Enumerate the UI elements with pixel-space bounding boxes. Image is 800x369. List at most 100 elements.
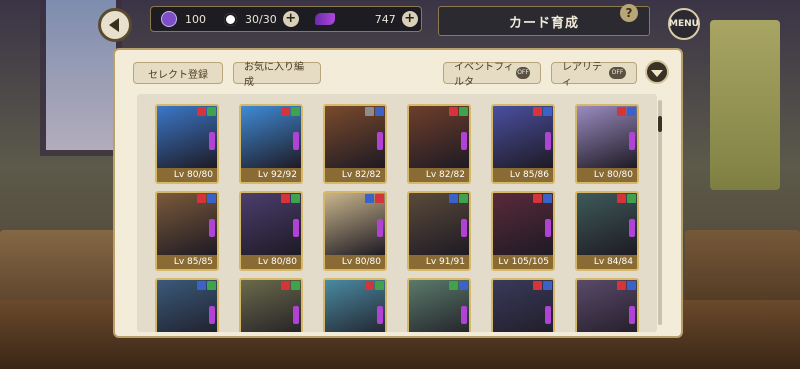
card-item[interactable]: Lv 80/80	[155, 104, 219, 184]
card-badges	[617, 194, 636, 203]
attribute-badge-icon	[197, 194, 206, 203]
card-grid: Lv 80/80 Lv 92/92 Lv 82/82 Lv 82/82 Lv 85/86…	[137, 94, 657, 332]
card-item[interactable]	[407, 278, 471, 332]
stamina-icon	[224, 12, 237, 26]
rarity-gem-icon	[461, 132, 467, 150]
add-stamina-button[interactable]: +	[282, 11, 299, 27]
attribute-badge-icon	[627, 281, 636, 290]
attribute-badge-icon	[543, 281, 552, 290]
card-badges	[197, 194, 216, 203]
help-button[interactable]: ?	[620, 4, 638, 22]
rarity-gem-icon	[377, 219, 383, 237]
favorite-formation-label: お気に入り編成	[244, 62, 304, 88]
scrollbar-thumb[interactable]	[658, 116, 662, 132]
card-badges	[365, 194, 384, 203]
rarity-gem-icon	[629, 306, 635, 324]
card-badges	[617, 281, 636, 290]
card-badges	[449, 194, 468, 203]
card-panel: セレクト登録 お気に入り編成 イベントフィルタ OFF レアリティ OFF Lv…	[113, 48, 683, 338]
card-level: Lv 82/82	[325, 168, 385, 182]
card-item[interactable]: Lv 105/105	[491, 191, 555, 271]
resource-bar: 100 30/30 + 747 +	[150, 6, 422, 32]
rarity-gem-icon	[461, 306, 467, 324]
card-badges	[365, 281, 384, 290]
attribute-badge-icon	[291, 107, 300, 116]
rarity-gem-icon	[545, 132, 551, 150]
attribute-badge-icon	[459, 107, 468, 116]
attribute-badge-icon	[617, 107, 626, 116]
background-window-right	[710, 20, 780, 190]
stamina-resource: 30/30 +	[206, 7, 299, 31]
add-gem-button[interactable]: +	[401, 11, 418, 27]
card-item[interactable]: Lv 80/80	[239, 191, 303, 271]
card-grid-scrollbar[interactable]	[658, 100, 662, 325]
gem-resource: 747 +	[299, 7, 418, 31]
attribute-badge-icon	[375, 281, 384, 290]
card-badges	[533, 107, 552, 116]
card-item[interactable]	[155, 278, 219, 332]
attribute-badge-icon	[207, 281, 216, 290]
card-item[interactable]	[239, 278, 303, 332]
rarity-label: レアリティ	[562, 62, 602, 88]
attribute-badge-icon	[449, 281, 458, 290]
rarity-gem-icon	[629, 132, 635, 150]
rarity-gem-icon	[377, 306, 383, 324]
rarity-gem-icon	[209, 306, 215, 324]
select-register-label: セレクト登録	[148, 69, 208, 81]
card-item[interactable]: Lv 82/82	[407, 104, 471, 184]
attribute-badge-icon	[617, 194, 626, 203]
select-register-button[interactable]: セレクト登録	[133, 62, 223, 84]
card-level: Lv 91/91	[409, 255, 469, 269]
rarity-toggle[interactable]: レアリティ OFF	[551, 62, 637, 88]
attribute-badge-icon	[291, 281, 300, 290]
back-button[interactable]	[98, 8, 132, 42]
coin-resource: 100	[151, 7, 206, 31]
card-item[interactable]: Lv 85/85	[155, 191, 219, 271]
attribute-badge-icon	[449, 107, 458, 116]
card-item[interactable]: Lv 92/92	[239, 104, 303, 184]
rarity-gem-icon	[293, 219, 299, 237]
card-level: Lv 84/84	[577, 255, 637, 269]
card-item[interactable]: Lv 84/84	[575, 191, 639, 271]
rarity-gem-icon	[209, 132, 215, 150]
card-badges	[533, 281, 552, 290]
card-item[interactable]	[575, 278, 639, 332]
card-level: Lv 80/80	[325, 255, 385, 269]
card-item[interactable]: Lv 91/91	[407, 191, 471, 271]
card-badges	[281, 107, 300, 116]
card-item[interactable]	[491, 278, 555, 332]
attribute-badge-icon	[291, 194, 300, 203]
attribute-badge-icon	[627, 194, 636, 203]
card-item[interactable]: Lv 82/82	[323, 104, 387, 184]
card-badges	[197, 107, 216, 116]
card-item[interactable]	[323, 278, 387, 332]
card-item[interactable]: Lv 80/80	[323, 191, 387, 271]
attribute-badge-icon	[365, 107, 374, 116]
card-level: Lv 92/92	[241, 168, 301, 182]
sort-dropdown-button[interactable]	[645, 60, 669, 84]
attribute-badge-icon	[375, 107, 384, 116]
chevron-down-icon	[651, 69, 663, 77]
card-level: Lv 85/85	[157, 255, 217, 269]
rarity-gem-icon	[545, 219, 551, 237]
page-title-text: カード育成	[508, 15, 579, 31]
attribute-badge-icon	[281, 281, 290, 290]
card-badges	[449, 281, 468, 290]
rarity-gem-icon	[209, 219, 215, 237]
card-level: Lv 80/80	[241, 255, 301, 269]
card-item[interactable]: Lv 85/86	[491, 104, 555, 184]
event-filter-toggle[interactable]: イベントフィルタ OFF	[443, 62, 541, 88]
attribute-badge-icon	[281, 194, 290, 203]
attribute-badge-icon	[533, 194, 542, 203]
attribute-badge-icon	[365, 281, 374, 290]
card-badges	[449, 107, 468, 116]
card-item[interactable]: Lv 80/80	[575, 104, 639, 184]
attribute-badge-icon	[207, 107, 216, 116]
card-level: Lv 85/86	[493, 168, 553, 182]
menu-button[interactable]: MENU	[668, 8, 700, 40]
attribute-badge-icon	[449, 194, 458, 203]
attribute-badge-icon	[375, 194, 384, 203]
attribute-badge-icon	[281, 107, 290, 116]
card-level: Lv 80/80	[157, 168, 217, 182]
favorite-formation-button[interactable]: お気に入り編成	[233, 62, 321, 88]
